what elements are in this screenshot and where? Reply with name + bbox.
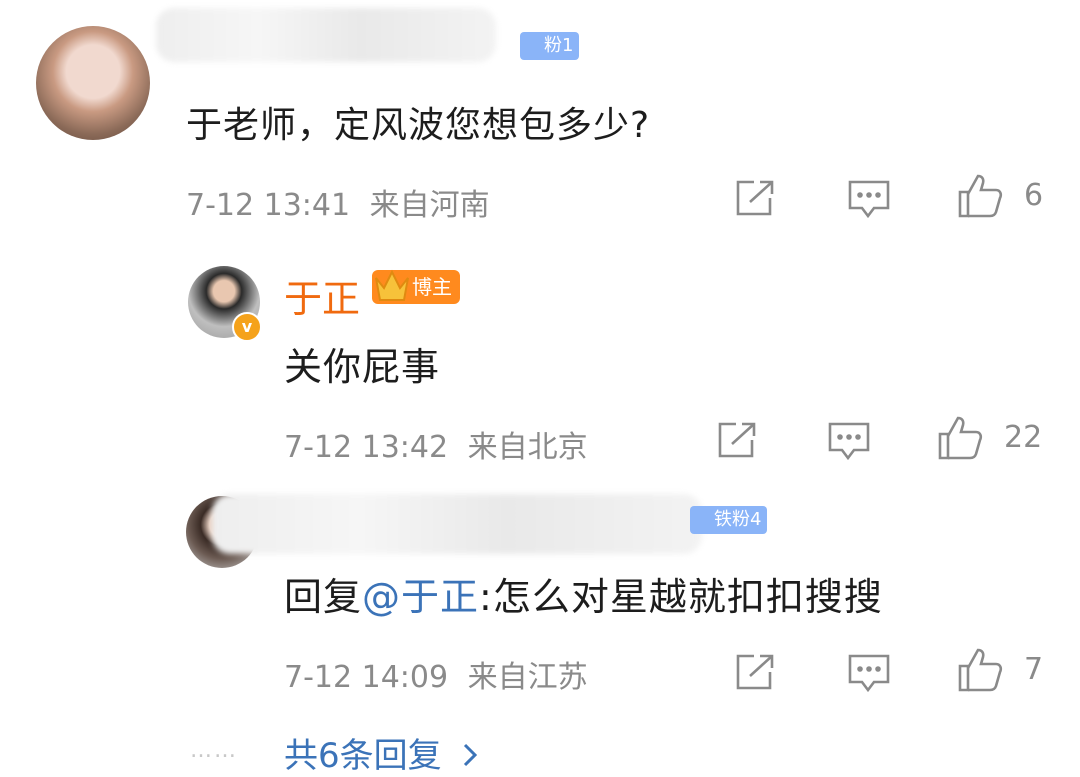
share-button[interactable] xyxy=(732,652,776,696)
author-username[interactable]: 于正 xyxy=(284,268,360,323)
comment-text: 回复@于正:怎么对星越就扣扣搜搜 xyxy=(284,566,883,621)
share-button[interactable] xyxy=(714,420,758,464)
like-button[interactable]: 6 xyxy=(956,172,1043,224)
share-icon xyxy=(736,180,774,216)
crown-icon xyxy=(375,269,409,301)
more-dots: …… xyxy=(190,738,238,763)
username-blurred-1[interactable] xyxy=(156,8,496,62)
share-icon xyxy=(736,654,774,690)
share-button[interactable] xyxy=(732,178,776,222)
reply-button[interactable] xyxy=(846,652,892,698)
thumbs-up-icon xyxy=(958,648,1003,692)
comment-text: 于老师，定风波您想包多少? xyxy=(186,105,651,146)
comment-time: 7-12 13:42 xyxy=(284,430,449,465)
more-replies-label: 共6条回复 xyxy=(284,736,442,776)
like-button[interactable]: 22 xyxy=(936,414,1042,466)
like-count: 6 xyxy=(1024,178,1044,213)
comment-time: 7-12 14:09 xyxy=(284,660,449,695)
fan-badge: 粉1 xyxy=(520,32,580,60)
like-count: 22 xyxy=(1004,420,1043,455)
reply-button[interactable] xyxy=(826,420,872,466)
chevron-right-icon xyxy=(464,743,478,767)
comment-location: 来自江苏 xyxy=(467,660,588,695)
comment-icon xyxy=(848,654,890,693)
thumbs-up-icon xyxy=(958,174,1003,218)
reply-prefix: 回复 xyxy=(284,575,363,619)
verified-v-icon: v xyxy=(232,312,262,342)
comment-meta: 7-12 13:41 来自河南 xyxy=(186,180,490,224)
comment-icon xyxy=(828,422,870,461)
comment-location: 来自北京 xyxy=(467,430,588,465)
blogger-badge: 博主 xyxy=(372,269,460,304)
comment-meta: 7-12 13:42 来自北京 xyxy=(284,422,588,466)
reply-body: :怎么对星越就扣扣搜搜 xyxy=(479,575,883,619)
mention-link[interactable]: @于正 xyxy=(362,575,479,619)
avatar-commenter-1[interactable] xyxy=(36,26,150,140)
like-count: 7 xyxy=(1024,652,1044,687)
comment-icon xyxy=(848,180,890,219)
comment-text: 关你屁事 xyxy=(284,345,441,389)
thumbs-up-icon xyxy=(938,416,983,460)
like-button[interactable]: 7 xyxy=(956,646,1043,698)
comment-location: 来自河南 xyxy=(369,188,490,223)
comment-time: 7-12 13:41 xyxy=(186,188,351,223)
reply-button[interactable] xyxy=(846,178,892,224)
comment-meta: 7-12 14:09 来自江苏 xyxy=(284,652,588,696)
username-blurred-3[interactable] xyxy=(212,494,702,554)
fan-badge: 铁粉4 xyxy=(690,506,768,534)
share-icon xyxy=(718,422,756,458)
